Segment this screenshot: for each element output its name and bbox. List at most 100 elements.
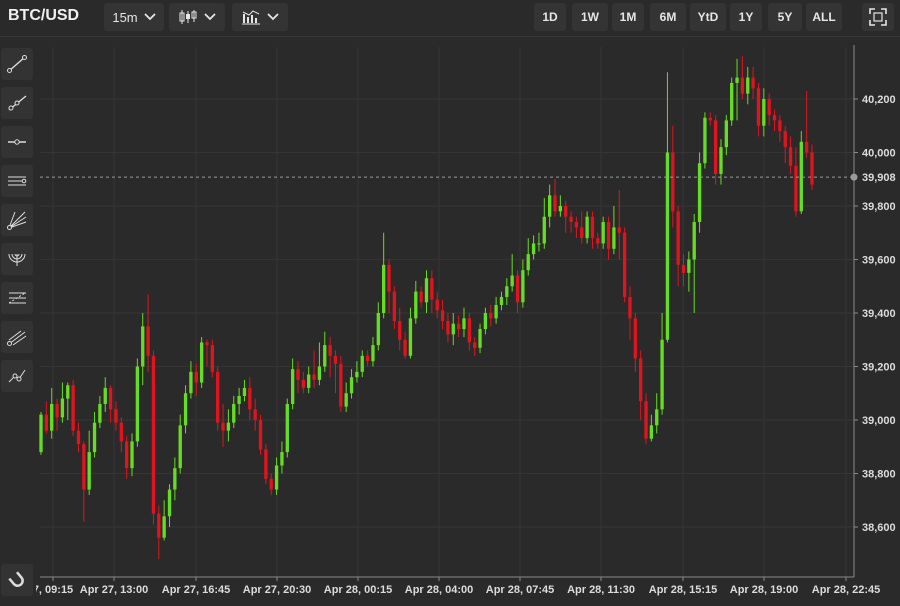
candle-up: [558, 206, 563, 212]
range-button-5y[interactable]: 5Y: [768, 3, 802, 31]
candle-up: [521, 270, 525, 303]
range-label: 6M: [659, 10, 677, 24]
candle-up: [237, 395, 241, 404]
candle-up: [344, 393, 348, 407]
fib-fan-icon: [7, 211, 27, 230]
candle-down: [810, 152, 814, 185]
candle-up: [505, 286, 509, 297]
pitchfork-icon: [7, 330, 27, 346]
candle-up: [162, 516, 166, 538]
y-tick-label: 40,200: [862, 94, 896, 106]
candle-up: [199, 342, 204, 383]
y-tick-label: 40,000: [862, 148, 896, 160]
candle-up: [612, 227, 616, 249]
candle-up: [408, 318, 413, 356]
range-label: 1D: [542, 10, 558, 24]
candle-up: [280, 452, 284, 466]
y-tick-label: 38,800: [862, 469, 896, 481]
candle-up: [371, 345, 375, 362]
tool-horizontal-line[interactable]: [1, 126, 33, 158]
chart-type-dropdown[interactable]: [169, 3, 225, 31]
candle-up: [547, 195, 552, 217]
candle-up: [290, 369, 295, 404]
candle-down: [756, 88, 761, 126]
candle-down: [430, 278, 434, 300]
range-button-1m[interactable]: 1M: [612, 3, 644, 31]
candle-down: [157, 513, 161, 538]
candle-up: [226, 422, 231, 431]
candle-down: [387, 264, 391, 292]
candle-down: [489, 313, 493, 319]
tool-fib-fan[interactable]: [1, 204, 33, 236]
tool-pitchfork[interactable]: [1, 321, 33, 353]
range-label: 1M: [619, 10, 637, 24]
tool-fib-retracement[interactable]: [1, 282, 33, 314]
top-toolbar: BTC/USD 15m 1D 1W 1M 6M YtD 1Y 5Y ALL: [0, 0, 900, 37]
range-button-ytd[interactable]: YtD: [690, 3, 726, 31]
range-button-1y[interactable]: 1Y: [730, 3, 762, 31]
range-label: ALL: [812, 10, 836, 24]
candle-down: [435, 299, 439, 311]
candle-up: [414, 291, 418, 319]
candle-up: [382, 264, 386, 313]
tool-ray[interactable]: [1, 87, 33, 119]
tool-magnet[interactable]: [1, 564, 33, 596]
fib-retracement-icon: [8, 292, 26, 304]
candle-up: [103, 387, 107, 404]
range-button-6m[interactable]: 6M: [650, 3, 686, 31]
horizontal-line-icon: [8, 139, 26, 145]
last-price-marker: [850, 173, 858, 181]
candle-up: [424, 278, 429, 303]
candle-down: [467, 318, 471, 343]
candle-up: [173, 468, 177, 490]
candle-down: [606, 222, 611, 249]
x-tick-label: Apr 28, 11:30: [567, 584, 635, 596]
interval-dropdown[interactable]: 15m: [104, 3, 164, 31]
candle-down: [473, 342, 477, 348]
range-button-all[interactable]: ALL: [806, 3, 842, 31]
x-tick-label: Apr 27, 16:45: [162, 584, 230, 596]
price-chart[interactable]: 38,600 38,800 39,000 39,200 39,400 39,600 39,8…: [33, 37, 900, 601]
candle-down: [44, 414, 49, 431]
range-button-1w[interactable]: 1W: [572, 3, 608, 31]
candle-up: [189, 371, 193, 394]
candle-down: [210, 345, 214, 372]
candle-up: [601, 222, 605, 244]
tool-fib-arc[interactable]: [1, 243, 33, 275]
tool-parallel-channel[interactable]: [1, 165, 33, 197]
candle-up: [39, 414, 43, 453]
ray-icon: [8, 95, 27, 111]
candle-up: [317, 366, 322, 380]
candle-down: [622, 232, 627, 297]
candle-up: [462, 318, 466, 330]
candle-up: [655, 409, 659, 426]
candle-down: [708, 117, 712, 121]
candle-up: [799, 141, 803, 212]
candle-down: [569, 216, 573, 223]
candle-down: [205, 342, 209, 346]
magnet-icon: [8, 571, 24, 587]
candle-down: [119, 422, 123, 442]
tool-path[interactable]: [1, 360, 33, 392]
candle-up: [483, 313, 488, 330]
candle-down: [76, 430, 81, 445]
last-price-label: 39,908: [862, 172, 896, 184]
candle-down: [564, 206, 568, 217]
candle-up: [349, 377, 354, 394]
indicators-dropdown[interactable]: [232, 3, 288, 31]
fullscreen-button[interactable]: [862, 3, 894, 31]
candle-up: [510, 275, 514, 287]
candle-up: [719, 147, 723, 174]
candle-down: [403, 339, 407, 356]
candle-up: [526, 254, 530, 271]
candlestick-chart[interactable]: 38,600 38,800 39,000 39,200 39,400 39,600 39,8…: [33, 37, 900, 601]
candle-down: [788, 147, 793, 166]
range-label: YtD: [697, 10, 719, 24]
tool-trend-line[interactable]: [1, 48, 33, 80]
range-button-1d[interactable]: 1D: [534, 3, 566, 31]
candle-down: [194, 371, 198, 383]
x-tick-label: Apr 28, 22:45: [812, 584, 880, 596]
candle-up: [92, 422, 97, 453]
candle-down: [751, 77, 755, 89]
candle-down: [125, 441, 129, 469]
